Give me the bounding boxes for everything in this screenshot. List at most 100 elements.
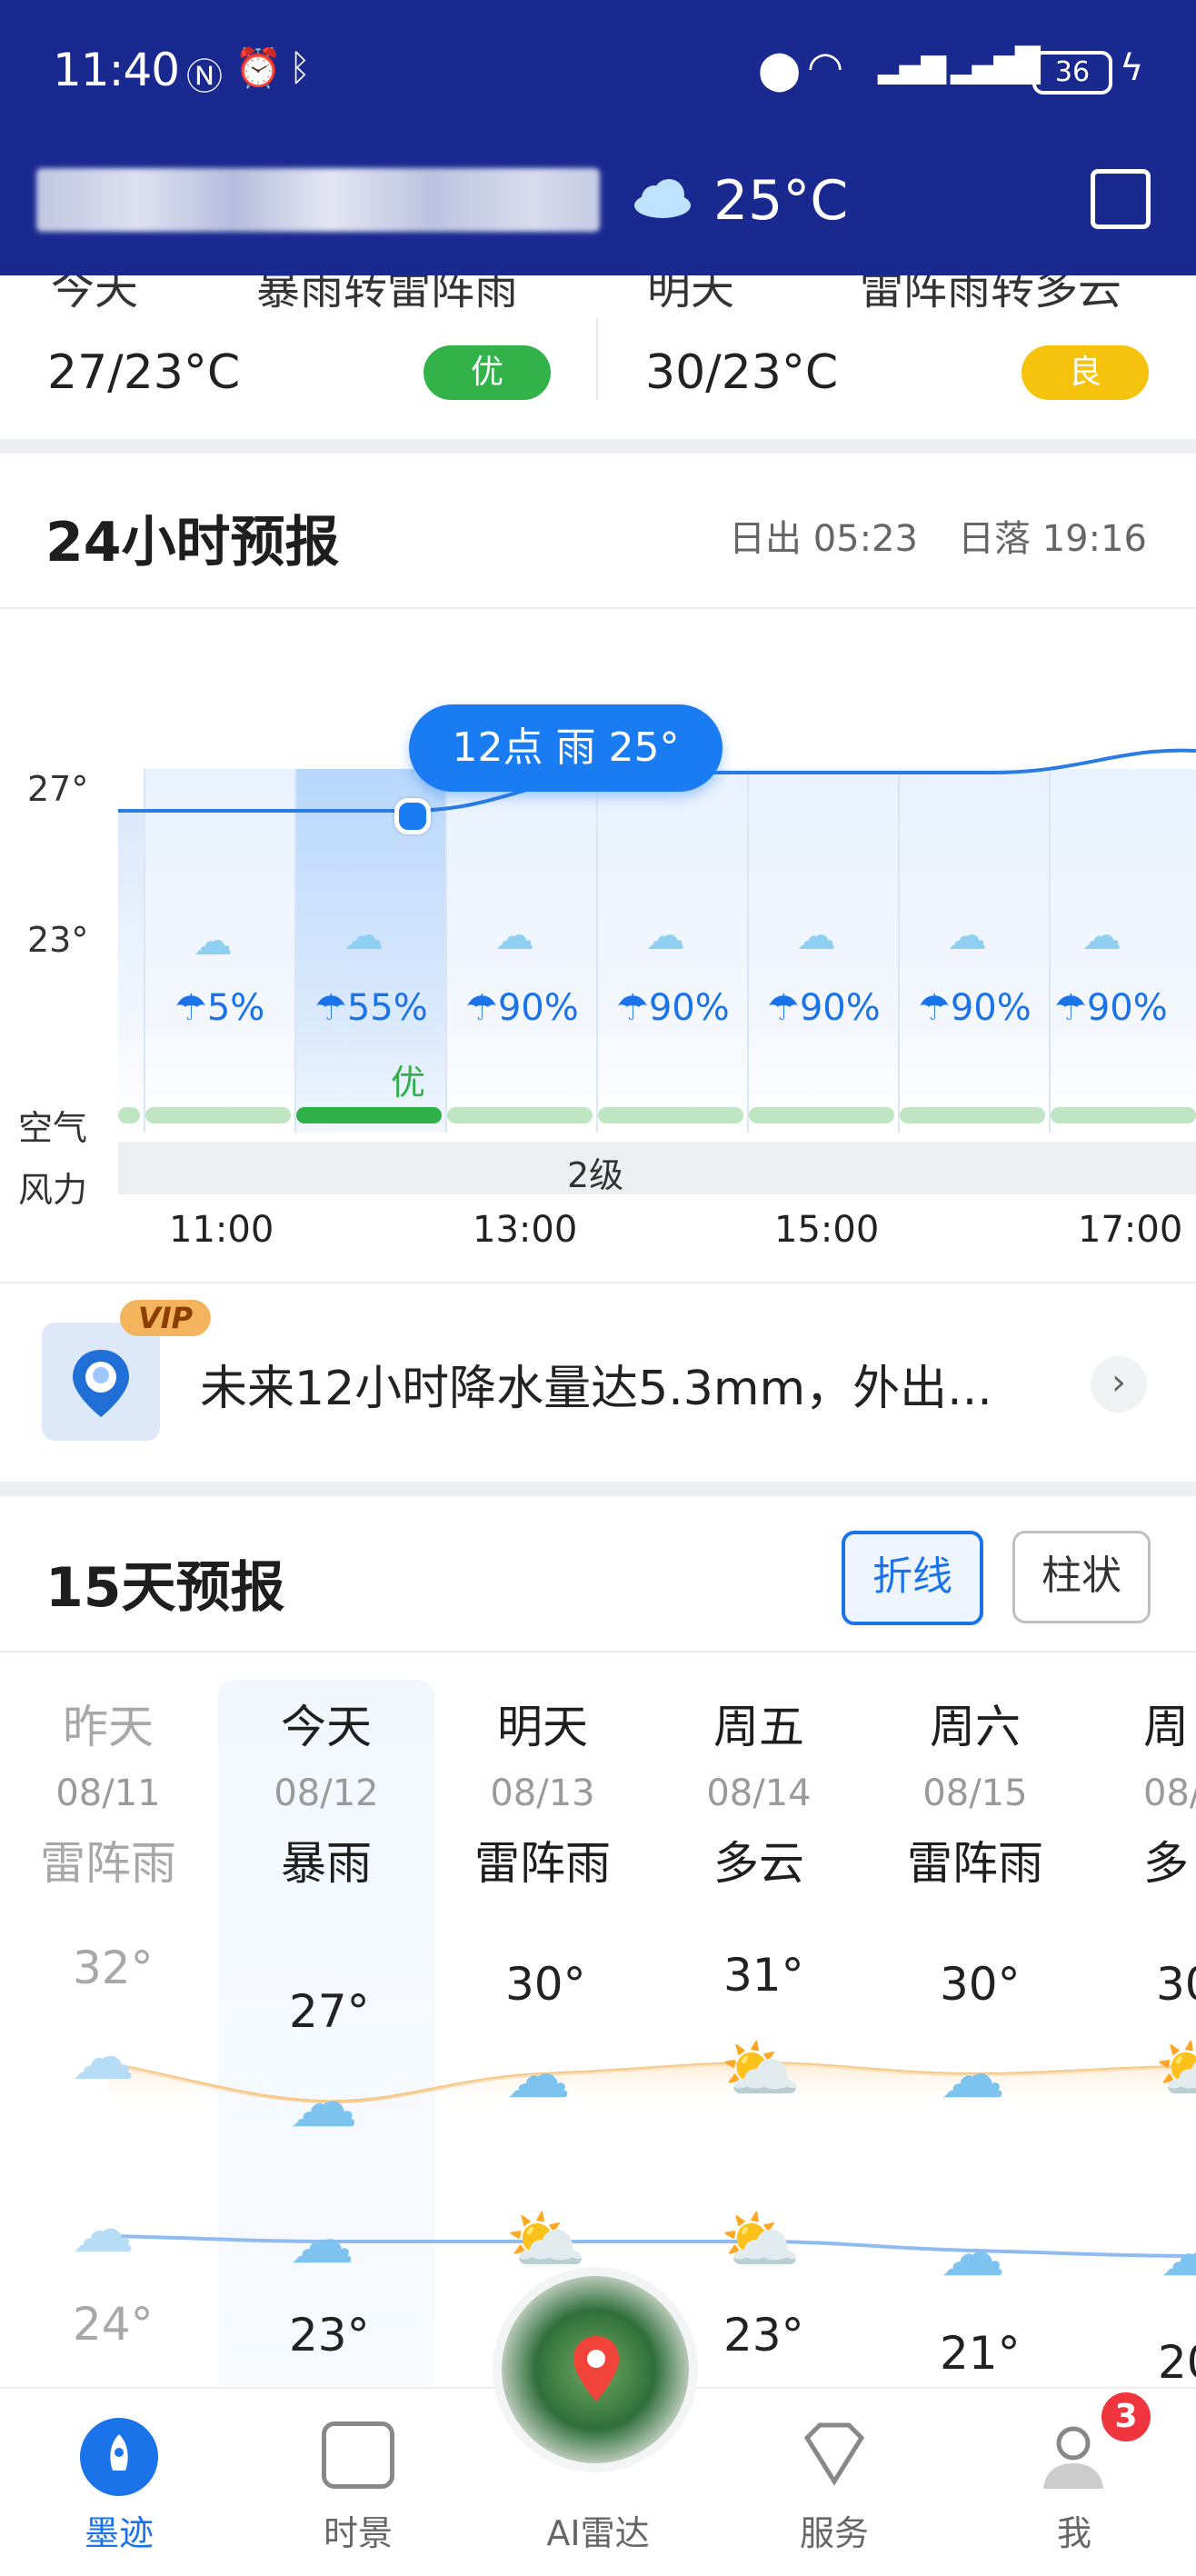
chevron-right-icon[interactable]: › xyxy=(1091,1356,1147,1413)
aqi-bar xyxy=(749,1107,894,1123)
divider xyxy=(0,1651,1196,1652)
rain-icon: ☁ xyxy=(344,913,384,959)
moji-home-icon[interactable] xyxy=(80,2418,158,2496)
precip-chance: ☂90% xyxy=(1054,987,1168,1029)
precip-alert-icon[interactable] xyxy=(42,1323,160,1441)
temperature-curves xyxy=(106,2061,1196,2258)
strip-divider xyxy=(596,318,598,400)
section-gap xyxy=(0,439,1196,454)
nav-ai-radar[interactable]: AI雷达 xyxy=(507,2505,689,2555)
time-label: 15:00 xyxy=(774,1209,880,1251)
wind-level: 2级 xyxy=(567,1155,624,1195)
wind-bar xyxy=(118,1142,1196,1194)
nav-me[interactable]: 我 xyxy=(983,2505,1165,2555)
high-temp: 30 xyxy=(1156,1958,1196,2011)
aqi-bar xyxy=(447,1107,593,1123)
day-column[interactable]: 周五 08/14 多云 xyxy=(651,1691,867,1892)
aqi-selected-label: 优 xyxy=(391,1063,426,1103)
precip-alert-text[interactable]: 未来12小时降水量达5.3mm，外出... xyxy=(200,1350,992,1418)
status-time: 11:40 xyxy=(53,44,180,96)
sunset-time: 日落 19:16 xyxy=(958,518,1147,560)
wifi-icon: ◠ xyxy=(807,42,844,91)
day-column[interactable]: 周 08/ 多 xyxy=(1083,1691,1196,1892)
aqi-bar xyxy=(1051,1107,1196,1123)
today-temp-range: 27/23°C xyxy=(47,345,241,400)
aqi-bar xyxy=(598,1107,743,1123)
time-label: 13:00 xyxy=(473,1209,578,1251)
day-column[interactable]: 今天 08/12 暴雨 xyxy=(218,1691,434,1892)
aqi-bar xyxy=(145,1107,291,1123)
rain-icon: ☁ xyxy=(947,913,987,959)
bar-view-button[interactable]: 柱状 xyxy=(1012,1531,1151,1623)
thunderstorm-icon: ☁ xyxy=(940,2214,1005,2291)
signal-icon: ▂▄▆ xyxy=(878,47,946,85)
thunderstorm-icon: ☁ xyxy=(1160,2214,1196,2291)
chart-fill-start xyxy=(118,809,144,1133)
low-temp: 24° xyxy=(73,2298,154,2351)
today-aqi-badge: 优 xyxy=(424,345,551,400)
hour-tooltip: 12点 雨 25° xyxy=(409,704,723,792)
time-label: 17:00 xyxy=(1078,1209,1183,1251)
forecast15-title: 15天预报 xyxy=(45,1556,285,1620)
aqi-bar xyxy=(900,1107,1045,1123)
nav-moji[interactable]: 墨迹 xyxy=(28,2505,210,2555)
rain-icon: ☁ xyxy=(645,913,685,959)
day-column[interactable]: 周六 08/15 雷阵雨 xyxy=(867,1691,1083,1892)
signal-2-icon: ▂▄▆█ xyxy=(951,47,1041,85)
high-temp: 30° xyxy=(940,1958,1021,2011)
precip-chance: ☂90% xyxy=(616,987,730,1029)
rocket-icon xyxy=(110,2434,128,2471)
thunderstorm-icon: ☁ xyxy=(289,2202,354,2278)
notification-badge: 3 xyxy=(1101,2392,1151,2441)
cloud-icon: ☁ xyxy=(193,918,233,964)
bluetooth-icon: ᛒ xyxy=(289,47,311,89)
low-temp: 21° xyxy=(940,2327,1021,2380)
precip-chance: ☂90% xyxy=(465,987,579,1029)
location-name-blurred[interactable] xyxy=(36,168,600,232)
divider xyxy=(0,1282,1196,1283)
selected-point xyxy=(394,798,431,834)
time-label: 11:00 xyxy=(169,1209,274,1251)
vip-service-icon[interactable] xyxy=(798,2420,871,2487)
rain-icon: ☁ xyxy=(796,913,836,959)
vip-badge: VIP xyxy=(120,1300,211,1336)
thunderstorm-icon: ☁ xyxy=(71,2020,135,2094)
partly-cloudy-icon: ⛅ xyxy=(1154,2031,1196,2107)
thunderstorm-icon: ☁ xyxy=(505,2036,571,2112)
profile-icon[interactable] xyxy=(1036,2421,1111,2494)
low-temp: 20 xyxy=(1158,2336,1196,2389)
section-gap xyxy=(0,1482,1196,1496)
heavy-rain-icon: ☁ xyxy=(289,2062,358,2142)
tomorrow-temp-range: 30/23°C xyxy=(645,345,839,400)
precip-chance: ☂90% xyxy=(767,987,881,1029)
thunderstorm-icon: ☁ xyxy=(71,2192,135,2267)
share-icon[interactable] xyxy=(1091,169,1151,229)
forecast24-title: 24小时预报 xyxy=(45,511,340,574)
day-column[interactable]: 昨天 08/11 雷阵雨 xyxy=(0,1691,216,1892)
sunrise-time: 日出 05:23 xyxy=(729,518,918,560)
current-temperature: 25°C xyxy=(713,169,849,233)
precip-chance: ☂5% xyxy=(174,987,265,1029)
line-view-button[interactable]: 折线 xyxy=(842,1531,983,1625)
high-temp: 30° xyxy=(505,1958,586,2011)
location-pin-icon xyxy=(73,1350,129,1417)
cloudy-icon xyxy=(634,179,691,218)
divider xyxy=(0,607,1196,609)
low-temp: 23° xyxy=(723,2309,804,2361)
rain-icon: ☁ xyxy=(494,913,534,959)
y-label-high: 27° xyxy=(27,769,89,809)
battery-icon: 36 xyxy=(1032,51,1112,95)
row-label-air: 空气 xyxy=(18,1108,88,1148)
day-column[interactable]: 明天 08/13 雷阵雨 xyxy=(434,1691,651,1892)
low-temp: 23° xyxy=(289,2309,370,2361)
gallery-icon[interactable] xyxy=(322,2421,394,2489)
tomorrow-aqi-badge: 良 xyxy=(1022,345,1149,400)
aqi-bar xyxy=(118,1107,140,1123)
thunderstorm-icon: ☁ xyxy=(940,2036,1005,2112)
app-header xyxy=(0,0,1196,275)
nav-service[interactable]: 服务 xyxy=(743,2505,925,2555)
high-temp: 32° xyxy=(73,1942,154,1994)
nav-shijing[interactable]: 时景 xyxy=(267,2505,449,2555)
row-label-wind: 风力 xyxy=(18,1170,88,1210)
rain-icon: ☁ xyxy=(1081,913,1121,959)
